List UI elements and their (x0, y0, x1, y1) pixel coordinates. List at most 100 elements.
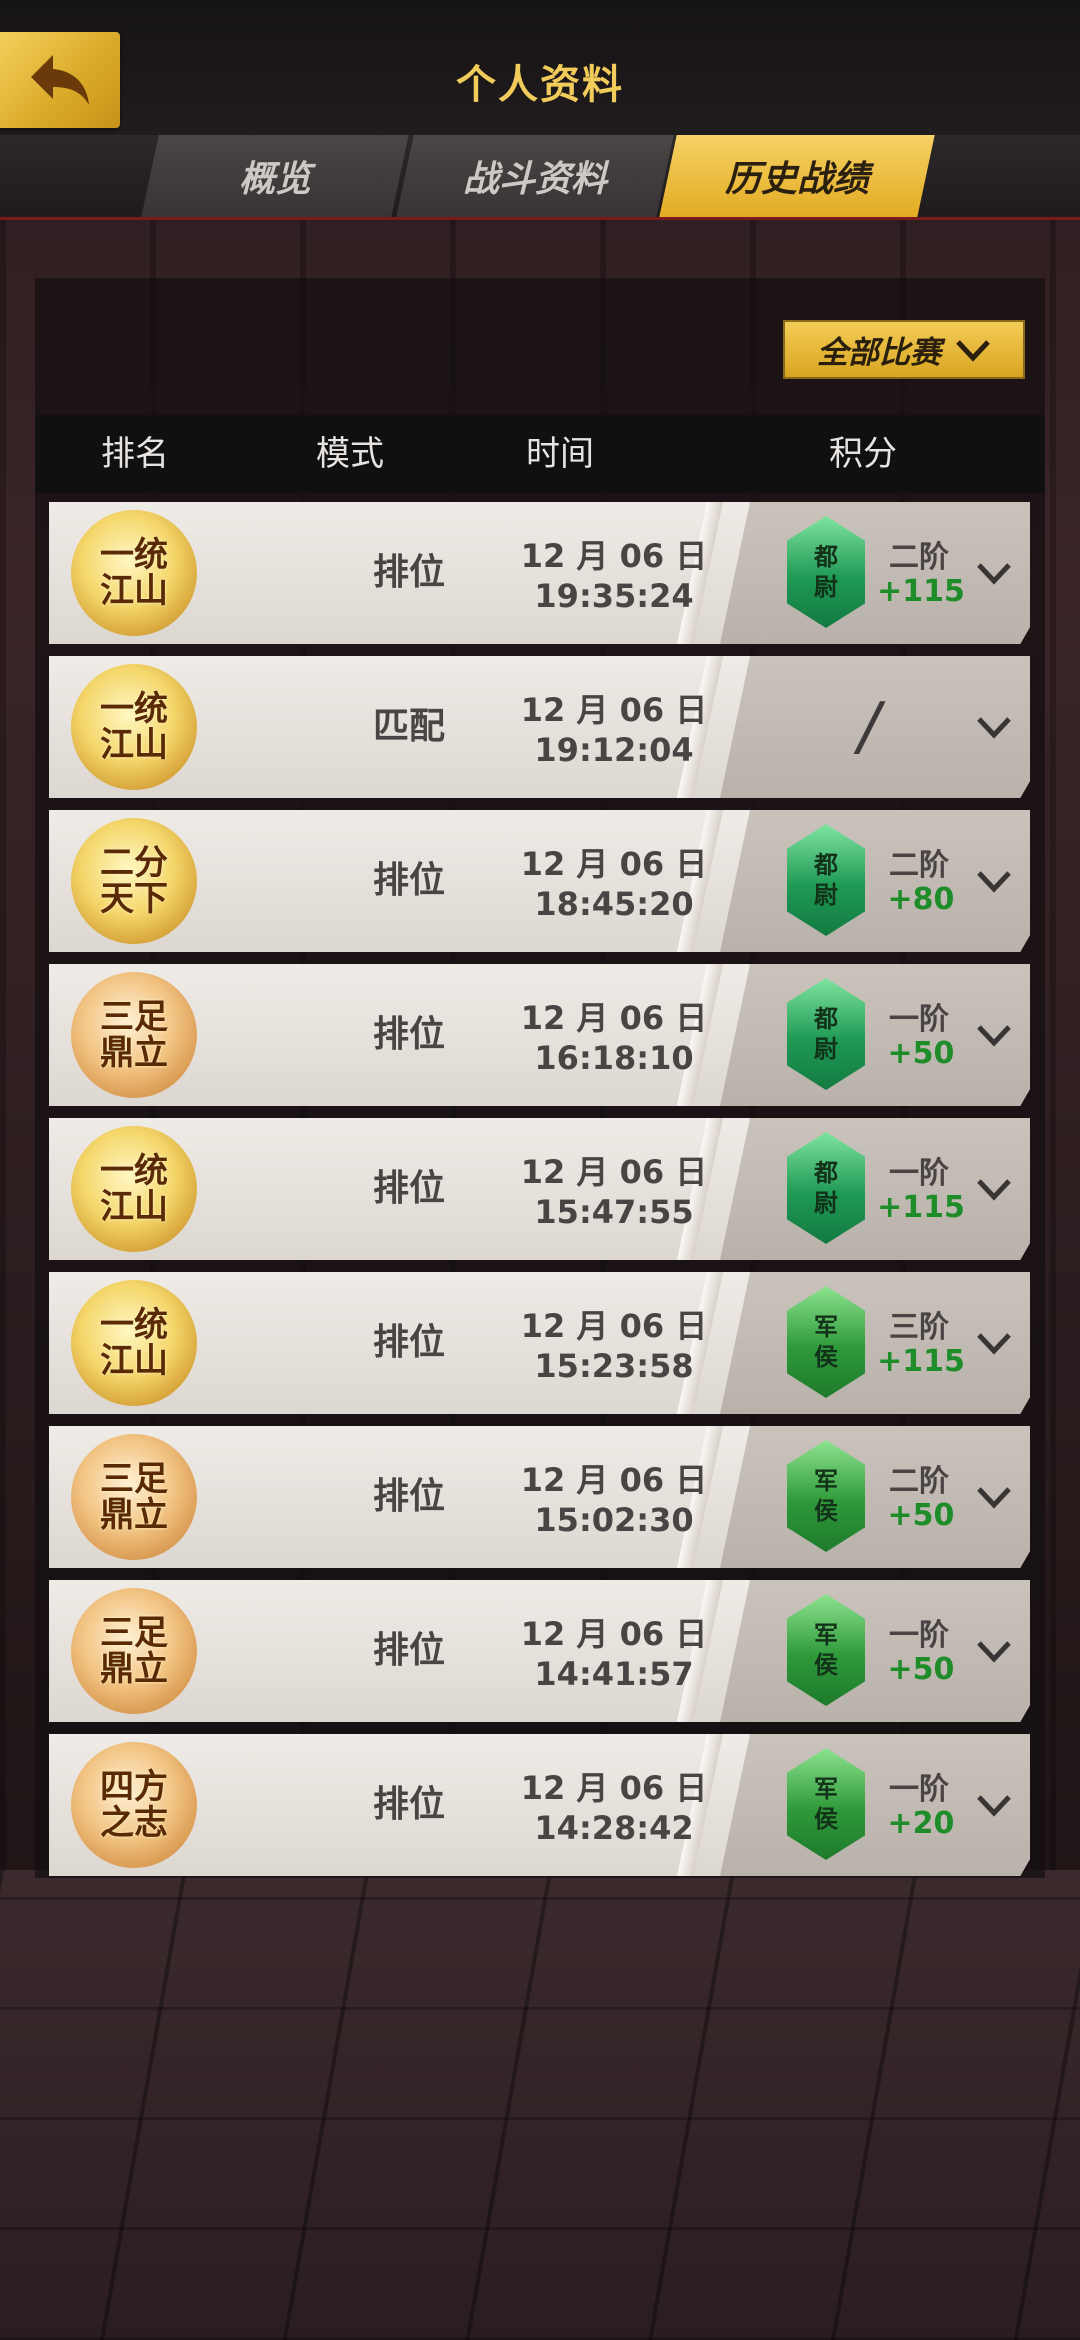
match-clock: 15:47:55 (534, 1193, 694, 1231)
rank-title: 四方之志 (100, 1767, 168, 1843)
match-row[interactable]: 一统江山 匹配 12 月 06 日 19:12:04 / (49, 656, 1030, 798)
tier-label: 三阶 (889, 1310, 949, 1345)
tab-history[interactable]: 历史战绩 (659, 135, 935, 217)
match-date: 12 月 06 日 (520, 537, 708, 575)
rank-badge-icon: 四方之志 (71, 1742, 197, 1868)
match-clock: 15:02:30 (534, 1501, 694, 1539)
chevron-down-icon[interactable] (975, 708, 1013, 746)
mode-label: 匹配 (372, 706, 445, 747)
rank-title: 一统江山 (100, 1305, 168, 1381)
chevron-down-icon (956, 339, 990, 362)
rank-title: 一统江山 (100, 1151, 168, 1227)
match-clock: 16:18:10 (534, 1039, 694, 1077)
rank-title: 二分天下 (100, 843, 168, 919)
tier-label: 二阶 (889, 1464, 949, 1499)
match-time: 12 月 06 日 16:18:10 (489, 998, 739, 1078)
tab-overview[interactable]: 概览 (141, 135, 409, 217)
page-title: 个人资料 (456, 62, 624, 108)
rank-level-label: 军侯 (814, 1774, 838, 1833)
match-row[interactable]: 三足鼎立 排位 12 月 06 日 15:02:30 军侯 二阶 +50 (49, 1426, 1030, 1568)
match-time: 12 月 06 日 14:41:57 (489, 1614, 739, 1694)
match-row[interactable]: 一统江山 排位 12 月 06 日 15:23:58 军侯 三阶 +115 (49, 1272, 1030, 1414)
tier-label: 一阶 (889, 1618, 949, 1653)
column-time: 时间 (526, 434, 594, 474)
tier-label: 一阶 (889, 1772, 949, 1807)
match-clock: 19:12:04 (534, 731, 694, 769)
top-bar: 个人资料 (0, 0, 1080, 135)
chevron-down-icon[interactable] (975, 1324, 1013, 1362)
match-time: 12 月 06 日 18:45:20 (489, 844, 739, 924)
match-clock: 18:45:20 (534, 885, 694, 923)
tier-label: 一阶 (889, 1156, 949, 1191)
match-row[interactable]: 二分天下 排位 12 月 06 日 18:45:20 都尉 二阶 +80 (49, 810, 1030, 952)
rank-badge-icon: 二分天下 (71, 818, 197, 944)
rank-level-label: 都尉 (814, 850, 838, 909)
column-mode: 模式 (316, 434, 384, 474)
match-clock: 14:41:57 (534, 1655, 694, 1693)
tab-battle-data[interactable]: 战斗资料 (396, 135, 674, 217)
tab-label: 概览 (238, 159, 311, 200)
chevron-down-icon[interactable] (975, 1016, 1013, 1054)
tab-label: 战斗资料 (462, 159, 607, 200)
rank-level-label: 都尉 (814, 1004, 838, 1063)
match-time: 12 月 06 日 14:28:42 (489, 1768, 739, 1848)
rank-level-label: 军侯 (814, 1312, 838, 1371)
rank-title: 一统江山 (100, 535, 168, 611)
match-time: 12 月 06 日 19:12:04 (489, 690, 739, 770)
chevron-down-icon[interactable] (975, 554, 1013, 592)
match-clock: 19:35:24 (534, 577, 694, 615)
rank-level-label: 军侯 (814, 1620, 838, 1679)
mode-label: 排位 (372, 1322, 445, 1363)
match-date: 12 月 06 日 (520, 691, 708, 729)
match-clock: 14:28:42 (534, 1809, 694, 1847)
tier-label: 二阶 (889, 848, 949, 883)
column-score: 积分 (829, 434, 897, 474)
match-time: 12 月 06 日 15:23:58 (489, 1306, 739, 1386)
match-date: 12 月 06 日 (520, 1769, 708, 1807)
mode-label: 排位 (372, 1476, 445, 1517)
points-change: +20 (887, 1806, 955, 1841)
tab-bar: 概览 战斗资料 历史战绩 (0, 135, 1080, 220)
floor-background (0, 1870, 1080, 2340)
mode-label: 排位 (372, 552, 445, 593)
column-rank: 排名 (101, 434, 169, 474)
match-row[interactable]: 三足鼎立 排位 12 月 06 日 14:41:57 军侯 一阶 +50 (49, 1580, 1030, 1722)
points-change: +50 (887, 1652, 955, 1687)
match-row[interactable]: 四方之志 排位 12 月 06 日 14:28:42 军侯 一阶 +20 (49, 1734, 1030, 1876)
match-row[interactable]: 一统江山 排位 12 月 06 日 15:47:55 都尉 一阶 +115 (49, 1118, 1030, 1260)
chevron-down-icon[interactable] (975, 1170, 1013, 1208)
chevron-down-icon[interactable] (975, 862, 1013, 900)
match-filter-dropdown[interactable]: 全部比赛 (783, 320, 1025, 379)
rank-level-label: 军侯 (814, 1466, 838, 1525)
match-date: 12 月 06 日 (520, 1153, 708, 1191)
tier-label: 一阶 (889, 1002, 949, 1037)
mode-label: 排位 (372, 1168, 445, 1209)
chevron-down-icon[interactable] (975, 1786, 1013, 1824)
rank-badge-icon: 一统江山 (71, 664, 197, 790)
points-change: +50 (887, 1036, 955, 1071)
match-time: 12 月 06 日 15:02:30 (489, 1460, 739, 1540)
rank-level-label: 都尉 (814, 1158, 838, 1217)
match-date: 12 月 06 日 (520, 999, 708, 1037)
points-change: +115 (877, 574, 965, 609)
mode-label: 排位 (372, 1784, 445, 1825)
mode-label: 排位 (372, 1630, 445, 1671)
rank-badge-icon: 三足鼎立 (71, 1434, 197, 1560)
chevron-down-icon[interactable] (975, 1632, 1013, 1670)
match-date: 12 月 06 日 (520, 1615, 708, 1653)
points-change: +115 (877, 1344, 965, 1379)
match-time: 12 月 06 日 15:47:55 (489, 1152, 739, 1232)
match-date: 12 月 06 日 (520, 845, 708, 883)
rank-badge-icon: 一统江山 (71, 510, 197, 636)
mode-label: 排位 (372, 860, 445, 901)
rank-title: 三足鼎立 (100, 997, 168, 1073)
match-row[interactable]: 一统江山 排位 12 月 06 日 19:35:24 都尉 二阶 +115 (49, 502, 1030, 644)
points-change: +80 (887, 882, 955, 917)
match-date: 12 月 06 日 (520, 1307, 708, 1345)
chevron-down-icon[interactable] (975, 1478, 1013, 1516)
table-header: 排名 模式 时间 积分 (35, 415, 1045, 493)
tier-label: 二阶 (889, 540, 949, 575)
match-row[interactable]: 三足鼎立 排位 12 月 06 日 16:18:10 都尉 一阶 +50 (49, 964, 1030, 1106)
rank-badge-icon: 一统江山 (71, 1126, 197, 1252)
rank-badge-icon: 三足鼎立 (71, 1588, 197, 1714)
